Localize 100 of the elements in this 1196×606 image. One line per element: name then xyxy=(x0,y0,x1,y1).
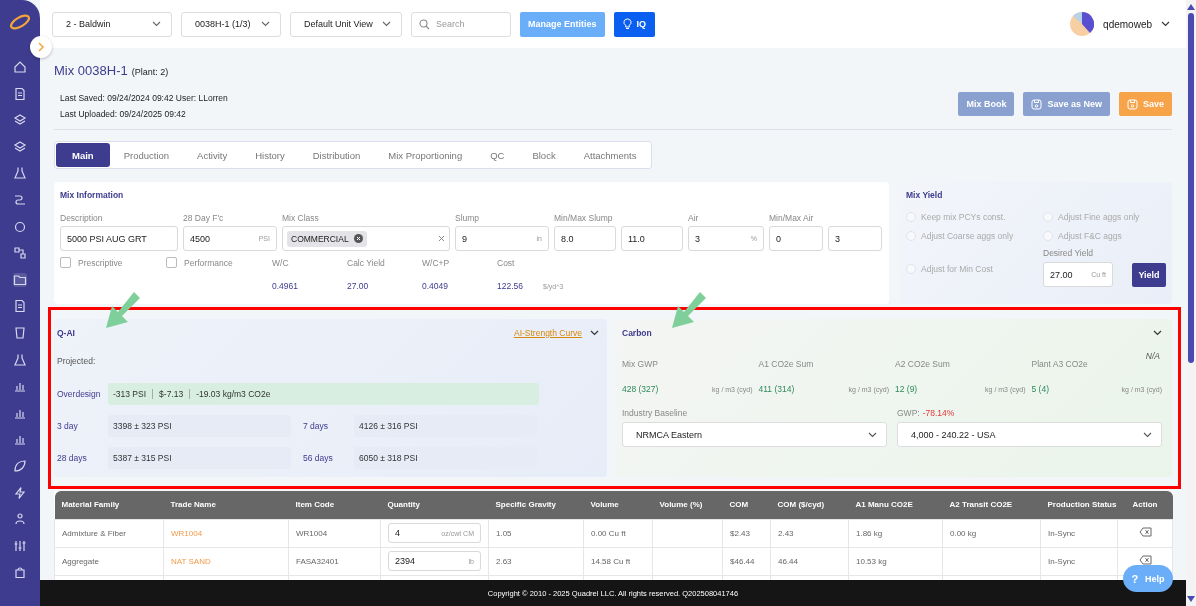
strength-value: 5387 ± 315 PSI xyxy=(108,447,291,469)
table-cell: Admixture & Fiber xyxy=(62,528,127,538)
person-icon[interactable] xyxy=(13,512,27,527)
yield-button[interactable]: Yield xyxy=(1132,262,1166,287)
age-label: 28 days xyxy=(57,453,88,463)
strength-curve-link[interactable]: AI-Strength Curve xyxy=(513,328,582,338)
select-dropdown[interactable]: 2 - Baldwin xyxy=(52,11,172,37)
baseline-select[interactable]: NRMCA Eastern xyxy=(622,422,887,447)
strength-value: 3398 ± 323 PSI xyxy=(108,415,291,437)
route-icon[interactable] xyxy=(13,192,27,207)
flask-icon[interactable] xyxy=(13,352,27,367)
input-field[interactable]: 0 xyxy=(769,226,823,251)
checkbox[interactable]: Prescriptive xyxy=(60,257,166,268)
metric-value: 411 (314) xyxy=(758,384,795,394)
table-cell: 10.53 kg xyxy=(856,556,887,566)
delete-icon[interactable] xyxy=(1138,527,1152,537)
card-title: Mix Information xyxy=(60,190,125,200)
leaf-icon[interactable] xyxy=(13,458,27,473)
flow-icon[interactable] xyxy=(13,246,27,261)
doc-icon[interactable] xyxy=(13,86,27,101)
mix-book-button[interactable]: Mix Book xyxy=(958,92,1015,116)
input-field[interactable]: 8.0 xyxy=(554,226,616,251)
arrow-icon xyxy=(670,290,706,330)
arrow-icon xyxy=(104,290,140,330)
input-field[interactable]: 11.0 xyxy=(621,226,683,251)
field-label: Min/Max Air xyxy=(769,213,815,223)
tab[interactable]: Activity xyxy=(183,143,242,167)
age-label: 7 days xyxy=(303,421,330,431)
avatar-icon[interactable] xyxy=(1070,12,1095,36)
mix-class-field[interactable]: COMMERCIAL xyxy=(282,226,450,251)
tab[interactable]: Attachments xyxy=(569,143,651,167)
column-header: A2 Transit CO2E xyxy=(942,491,1041,519)
chevron-down-icon xyxy=(1143,431,1152,438)
card-title: Q-AI xyxy=(57,328,76,338)
mix-title: Mix 0038H-1 xyxy=(54,63,128,78)
tab[interactable]: Block xyxy=(518,143,570,167)
table-cell: 1.86 kg xyxy=(856,528,883,538)
column-header: Trade Name xyxy=(163,491,289,519)
scroll-down-icon[interactable] xyxy=(1187,596,1195,602)
metric-value: 428 (327) xyxy=(622,384,659,394)
table-cell: 1.05 xyxy=(496,528,512,538)
home-icon[interactable] xyxy=(13,60,27,74)
tab[interactable]: Production xyxy=(109,143,184,167)
bolt-icon[interactable] xyxy=(13,485,27,500)
input-field[interactable]: 5000 PSI AUG GRT xyxy=(60,226,178,251)
scroll-up-icon[interactable] xyxy=(1187,4,1195,10)
tab[interactable]: Mix Proportioning xyxy=(374,143,477,167)
stat-value: 0.4049 xyxy=(422,281,448,291)
scrollbar[interactable] xyxy=(1186,0,1196,606)
table-cell: $2.43 xyxy=(730,528,751,538)
column-header: Quantity xyxy=(380,491,489,519)
metric-label: Plant A3 CO2e xyxy=(1031,359,1089,369)
tab[interactable]: Distribution xyxy=(298,143,375,167)
search-field[interactable]: Search xyxy=(411,11,511,37)
folder-icon[interactable] xyxy=(13,272,27,287)
last-saved-text: Last Saved: 09/24/2024 09:42 User: LLorren xyxy=(60,92,228,105)
save-as-new-button[interactable]: Save as New xyxy=(1023,92,1110,116)
field-label: GWP: xyxy=(897,408,920,418)
layers-icon[interactable] xyxy=(13,139,27,154)
cup-icon[interactable] xyxy=(13,325,27,340)
stat-label: W/C+P xyxy=(422,258,451,268)
clear-icon[interactable] xyxy=(438,235,445,242)
select-dropdown[interactable]: Default Unit View xyxy=(290,11,402,37)
overdesign-label: Overdesign xyxy=(57,389,102,399)
tab[interactable]: QC xyxy=(476,143,519,167)
bag-icon[interactable] xyxy=(13,565,27,580)
chevron-down-icon[interactable] xyxy=(1161,21,1170,27)
field-label: Air xyxy=(688,213,700,223)
chevron-down-icon xyxy=(261,21,270,27)
user-name[interactable]: qdemoweb xyxy=(1103,18,1152,30)
column-header: Production Status xyxy=(1040,491,1118,519)
stat-value: 27.00 xyxy=(347,281,369,291)
checkbox[interactable]: Performance xyxy=(166,257,272,268)
column-header: Action xyxy=(1117,491,1173,519)
metric-value: 12 (9) xyxy=(895,384,918,394)
iq-button[interactable]: IQ xyxy=(613,11,656,37)
select-dropdown[interactable]: 0038H-1 (1/3) xyxy=(181,11,281,37)
chevron-down-icon[interactable] xyxy=(590,330,599,336)
plant-label: (Plant: 2) xyxy=(131,67,169,77)
doc-icon[interactable] xyxy=(13,299,27,314)
input-field[interactable]: 3 xyxy=(828,226,882,251)
tab[interactable]: History xyxy=(241,143,299,167)
table-cell: In-Sync xyxy=(1048,556,1076,566)
lightbulb-icon xyxy=(622,18,632,30)
overdesign-bar: -313 PSI $-7.13 -19.03 kg/m3 CO2e xyxy=(108,383,539,405)
delete-icon[interactable] xyxy=(1138,555,1152,565)
tag-chip[interactable]: COMMERCIAL xyxy=(287,230,367,247)
table-cell: $46.44 xyxy=(730,556,755,566)
flask-icon[interactable] xyxy=(13,166,27,181)
gwp-select[interactable]: 4,000 - 240.22 - USA xyxy=(897,422,1162,447)
column-header: Volume xyxy=(583,491,653,519)
remove-icon[interactable] xyxy=(353,234,363,243)
age-label: 3 day xyxy=(57,421,79,431)
sliders-icon[interactable] xyxy=(13,538,27,553)
chevron-down-icon xyxy=(868,431,877,438)
column-header: A1 Manu CO2E xyxy=(848,491,943,519)
chevron-down-icon[interactable] xyxy=(1153,330,1162,336)
table-cell: 2.43 xyxy=(778,528,794,538)
field-label: Mix Class xyxy=(282,213,320,223)
tab[interactable]: Main xyxy=(56,143,110,167)
